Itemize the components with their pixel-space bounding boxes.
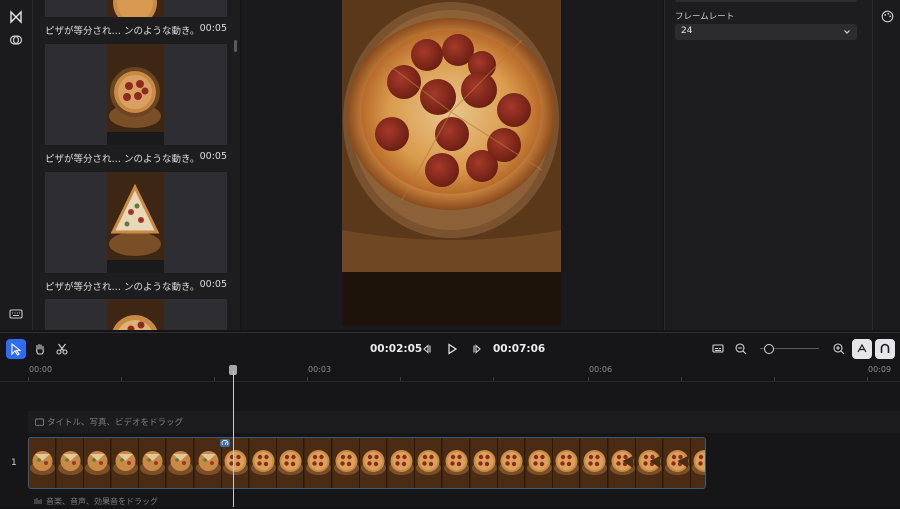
ruler-label: 00:06 (589, 365, 612, 374)
clip-frame-thumbnail (691, 438, 706, 488)
music-note-icon (34, 497, 42, 505)
clip-frame-thumbnail (581, 438, 608, 488)
total-time: 00:07:06 (493, 343, 545, 355)
clip-frame-thumbnail (333, 438, 360, 488)
timeline-ruler[interactable]: 00:00 00:03 00:06 00:09 (0, 365, 900, 382)
media-thumbnail[interactable] (45, 299, 227, 330)
media-thumbnail[interactable] (45, 0, 227, 17)
clip-frame-thumbnail (360, 438, 387, 488)
hand-icon (33, 342, 47, 356)
clip-frame-thumbnail (609, 438, 636, 488)
clip-frame-thumbnail (498, 438, 525, 488)
clip-frame-thumbnail (277, 438, 304, 488)
track-number: 1 (11, 458, 17, 468)
playhead[interactable] (233, 371, 234, 507)
media-duration: 00:05 (200, 23, 227, 34)
snap-icon (855, 342, 869, 356)
play-icon (445, 342, 459, 356)
zoom-in-button[interactable] (829, 339, 849, 359)
zoom-out-button[interactable] (731, 339, 751, 359)
chevron-down-icon (843, 28, 851, 36)
clip-frame-thumbnail (443, 438, 470, 488)
subtitle-icon (711, 342, 725, 356)
text-track-hint: タイトル、写真、ビデオをドラッグ (47, 416, 183, 428)
video-clip[interactable] (28, 437, 706, 489)
clip-frame-thumbnail (636, 438, 663, 488)
media-caption: ピザが等分され… ンのような動き。 (45, 282, 200, 293)
speed-icon (220, 439, 230, 447)
ruler-label: 00:00 (29, 365, 52, 374)
effects-icon[interactable] (9, 33, 23, 47)
palette-icon[interactable] (881, 10, 894, 23)
clip-frame-thumbnail (305, 438, 332, 488)
media-thumbnail[interactable] (45, 44, 227, 145)
zoom-in-icon (832, 342, 846, 356)
app-logo-icon[interactable] (9, 10, 23, 24)
previous-frame-button[interactable] (417, 339, 437, 359)
preview-panel (241, 0, 663, 330)
clip-frame-thumbnail (471, 438, 498, 488)
media-caption: ピザが等分され… ンのような動き。 (45, 154, 200, 165)
clip-frame-thumbnail (250, 438, 277, 488)
frame-rate-label: フレームレート (675, 10, 734, 22)
ruler-label: 00:09 (868, 365, 891, 374)
right-rail (872, 0, 900, 330)
speed-badge[interactable] (220, 439, 230, 447)
media-caption: ピザが等分され… ンのような動き。 (45, 26, 200, 37)
clip-frame-thumbnail (415, 438, 442, 488)
ruler-label: 00:03 (308, 365, 331, 374)
media-duration: 00:05 (200, 151, 227, 162)
frame-rate-value: 24 (681, 26, 692, 36)
zoom-slider-knob[interactable] (764, 344, 774, 354)
preview-frame[interactable] (342, 0, 561, 326)
clip-frame-thumbnail (112, 438, 139, 488)
previous-select-box[interactable] (675, 0, 857, 2)
timeline-toolbar: 00:02:05 00:07:06 (0, 333, 900, 365)
clip-frame-thumbnail (84, 438, 111, 488)
media-scrollbar[interactable] (234, 40, 237, 52)
scissors-icon (55, 342, 69, 356)
split-tool-button[interactable] (52, 339, 72, 359)
clip-frame-thumbnail (167, 438, 194, 488)
clip-frame-thumbnail (139, 438, 166, 488)
cursor-arrow-icon (9, 342, 23, 356)
text-track[interactable]: タイトル、写真、ビデオをドラッグ (28, 411, 900, 433)
audio-track[interactable]: 音楽、音声、効果音をドラッグ (28, 495, 900, 509)
timeline-panel: 00:02:05 00:07:06 (0, 332, 900, 507)
media-thumbnail[interactable] (45, 172, 227, 273)
step-forward-icon (470, 342, 484, 356)
magnet-toggle-button[interactable] (875, 339, 895, 359)
left-rail (0, 0, 33, 330)
clip-frame-thumbnail (553, 438, 580, 488)
snap-toggle-button[interactable] (852, 339, 872, 359)
audio-track-hint: 音楽、音声、効果音をドラッグ (46, 496, 158, 507)
hand-tool-button[interactable] (30, 339, 50, 359)
zoom-out-icon (734, 342, 748, 356)
media-panel: ピザが等分され… ンのような動き。 00:05 (33, 0, 240, 330)
clip-frame-thumbnail (388, 438, 415, 488)
clip-frame-thumbnail (29, 438, 56, 488)
clip-frame-thumbnail (664, 438, 691, 488)
media-duration: 00:05 (200, 279, 227, 290)
current-time: 00:02:05 (370, 343, 422, 355)
clip-frame-thumbnail (57, 438, 84, 488)
clip-frame-thumbnail (195, 438, 222, 488)
step-back-icon (420, 342, 434, 356)
next-frame-button[interactable] (467, 339, 487, 359)
folder-icon (35, 418, 44, 426)
magnet-icon (878, 342, 892, 356)
play-button[interactable] (442, 339, 462, 359)
keyboard-icon[interactable] (9, 307, 23, 321)
select-tool-button[interactable] (6, 339, 26, 359)
frame-rate-select[interactable]: 24 (675, 24, 857, 40)
captions-button[interactable] (708, 339, 728, 359)
properties-panel: フレームレート 24 (664, 0, 872, 330)
clip-frame-thumbnail (526, 438, 553, 488)
